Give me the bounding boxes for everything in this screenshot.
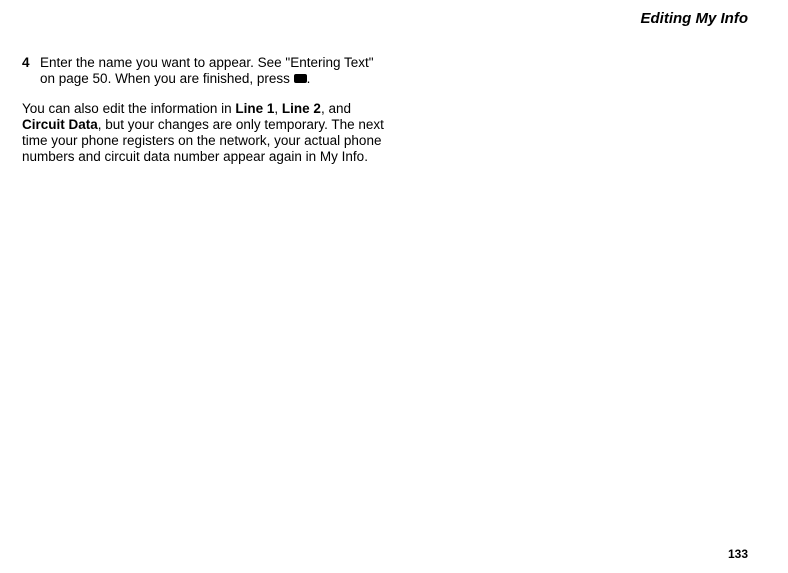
step-text-after: . [307, 71, 311, 86]
step-text: Enter the name you want to appear. See "… [40, 55, 392, 87]
line2-label: Line 2 [282, 101, 321, 116]
para-sep1: , [274, 101, 282, 116]
para-sep2: , and [321, 101, 351, 116]
ok-key-icon [294, 74, 307, 83]
content-area: 4 Enter the name you want to appear. See… [22, 55, 392, 165]
circuit-data-label: Circuit Data [22, 117, 98, 132]
para-prefix: You can also edit the information in [22, 101, 235, 116]
header-title: Editing My Info [641, 10, 748, 27]
step-4: 4 Enter the name you want to appear. See… [22, 55, 392, 87]
body-paragraph: You can also edit the information in Lin… [22, 101, 392, 165]
page-number-value: 133 [728, 547, 748, 561]
step-number: 4 [22, 55, 40, 87]
page-header: Editing My Info [641, 10, 748, 27]
line1-label: Line 1 [235, 101, 274, 116]
page-number: 133 [728, 547, 748, 561]
step-text-before: Enter the name you want to appear. See "… [40, 55, 374, 86]
